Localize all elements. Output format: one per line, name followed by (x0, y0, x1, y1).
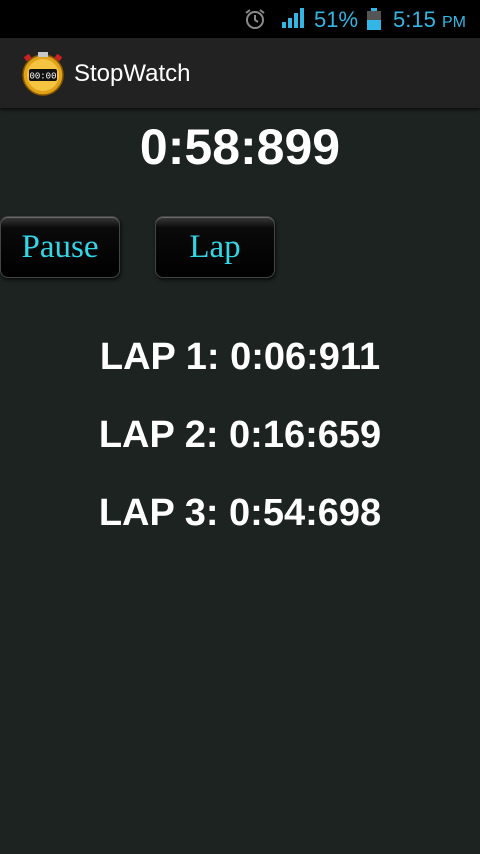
app-title: StopWatch (74, 60, 191, 87)
clock-time: 5:15 (393, 7, 436, 32)
lap-item: LAP 3: 0:54:698 (98, 492, 382, 534)
pause-button[interactable]: Pause (0, 216, 120, 278)
signal-icon (282, 8, 304, 28)
lap-list: LAP 1: 0:06:911 LAP 2: 0:16:659 LAP 3: 0… (0, 334, 480, 568)
battery-percent: 51% (314, 7, 359, 32)
alarm-icon (245, 9, 265, 29)
stopwatch-icon[interactable]: 00:00 (20, 50, 66, 96)
lap-item: LAP 2: 0:16:659 (98, 414, 382, 456)
status-bar: 51% 5:15 PM (0, 0, 480, 38)
elapsed-time-display: 0:58:899 (139, 119, 341, 175)
lap-item: LAP 1: 0:06:911 (99, 336, 381, 378)
clock-ampm: PM (441, 14, 466, 31)
stopwatch-icon-digits: 00:00 (29, 72, 56, 82)
action-bar: 00:00 StopWatch (0, 38, 480, 108)
lap-button[interactable]: Lap (155, 216, 275, 278)
status-clock: 5:15 PM (393, 7, 466, 33)
battery-icon (367, 8, 381, 30)
